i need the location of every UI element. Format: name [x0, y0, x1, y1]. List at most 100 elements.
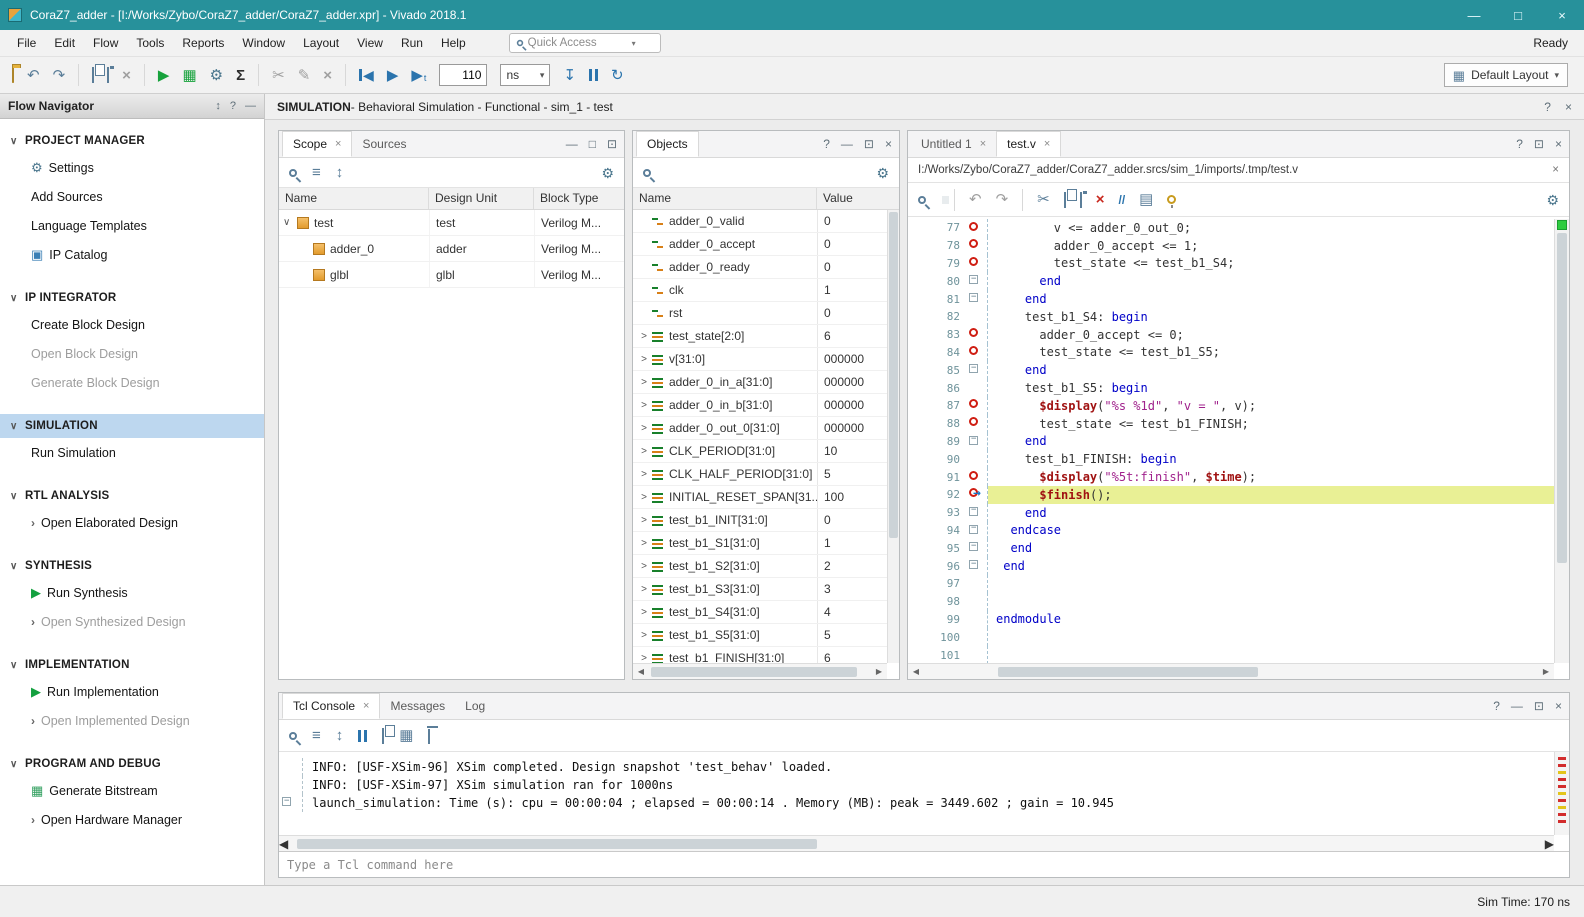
undo-icon[interactable]: ↶ [969, 192, 982, 207]
delete-icon[interactable]: × [122, 68, 131, 83]
object-row-adder-0-ready[interactable]: adder_0_ready0 [633, 256, 899, 279]
gutter[interactable]: → [966, 486, 988, 504]
gutter[interactable] [966, 326, 988, 344]
sim-relaunch-button[interactable]: ↻ [611, 68, 624, 83]
menu-item-edit[interactable]: Edit [45, 32, 84, 54]
object-row-clk[interactable]: clk1 [633, 279, 899, 302]
object-row-test-b1-s2-31-0[interactable]: >test_b1_S2[31:0]2 [633, 555, 899, 578]
scroll-left-icon[interactable]: ◀ [908, 667, 924, 676]
quick-access-input[interactable] [528, 37, 628, 49]
nav-section-header-project-manager[interactable]: ∨PROJECT MANAGER [0, 129, 264, 153]
expander-icon[interactable]: > [637, 400, 651, 411]
close-icon[interactable]: × [980, 138, 986, 150]
code-line-92[interactable]: 92→ $finish(); [908, 486, 1554, 504]
gutter[interactable] [966, 593, 988, 611]
scroll-right-icon[interactable]: ▶ [871, 667, 887, 676]
breakpoint-icon[interactable] [969, 399, 978, 408]
column-value[interactable]: Value [817, 188, 899, 209]
settings-gear-icon[interactable]: ⚙ [876, 166, 889, 180]
code-line-91[interactable]: 91 $display("%5t:finish", $time); [908, 468, 1554, 486]
scroll-right-icon[interactable]: ▶ [1545, 837, 1554, 851]
column-name[interactable]: Name [633, 188, 817, 209]
settings-gear-icon[interactable]: ⚙ [1546, 193, 1559, 207]
tcl-output[interactable]: INFO: [USF-XSim-96] XSim completed. Desi… [279, 752, 1554, 835]
gutter[interactable] [966, 397, 988, 415]
dock-icon[interactable]: ↕ [215, 100, 221, 112]
scrollbar-thumb[interactable] [1557, 233, 1567, 563]
breakpoint-icon[interactable] [969, 257, 978, 266]
nav-section-header-simulation[interactable]: ∨SIMULATION [0, 414, 264, 438]
code-line-94[interactable]: 94 endcase [908, 522, 1554, 540]
nav-section-header-synthesis[interactable]: ∨SYNTHESIS [0, 554, 264, 578]
breakpoint-icon[interactable] [969, 471, 978, 480]
time-unit-select[interactable]: ns▾ [500, 64, 550, 86]
code-line-101[interactable]: 101 [908, 646, 1554, 663]
expander-icon[interactable]: > [637, 446, 651, 457]
expander-icon[interactable]: > [637, 423, 651, 434]
code-line-97[interactable]: 97 [908, 575, 1554, 593]
nav-item-generate-block-design[interactable]: Generate Block Design [0, 368, 264, 397]
menu-item-flow[interactable]: Flow [84, 32, 127, 54]
object-row-adder-0-in-b-31-0[interactable]: >adder_0_in_b[31:0]000000 [633, 394, 899, 417]
nav-item-run-implementation[interactable]: ▶Run Implementation [0, 677, 264, 706]
gutter[interactable] [966, 575, 988, 593]
gutter[interactable] [966, 219, 988, 237]
code-line-83[interactable]: 83 adder_0_accept <= 0; [908, 326, 1554, 344]
object-row-initial-reset-span-31[interactable]: >INITIAL_RESET_SPAN[31...100 [633, 486, 899, 509]
help-icon[interactable]: ? [823, 137, 830, 151]
object-row-clk-period-31-0[interactable]: >CLK_PERIOD[31:0]10 [633, 440, 899, 463]
code-line-87[interactable]: 87 $display("%s %1d", "v = ", v); [908, 397, 1554, 415]
editor-vscrollbar[interactable] [1554, 219, 1569, 663]
code-line-88[interactable]: 88 test_state <= test_b1_FINISH; [908, 415, 1554, 433]
menu-item-file[interactable]: File [8, 32, 45, 54]
scrollbar-thumb[interactable] [651, 667, 857, 677]
fold-icon[interactable] [969, 542, 978, 551]
code-line-98[interactable]: 98 [908, 593, 1554, 611]
minimize-icon[interactable]: — [245, 100, 256, 112]
code-line-86[interactable]: 86 test_b1_S5: begin [908, 379, 1554, 397]
object-row-test-state-2-0[interactable]: >test_state[2:0]6 [633, 325, 899, 348]
gutter[interactable] [966, 504, 988, 522]
settings-gear-icon[interactable]: ⚙ [210, 68, 223, 83]
nav-item-add-sources[interactable]: Add Sources [0, 182, 264, 211]
objects-hscrollbar[interactable]: ◀ ▶ [633, 663, 887, 679]
tab-scope[interactable]: Scope × [282, 131, 352, 157]
menu-item-layout[interactable]: Layout [294, 32, 348, 54]
close-panel-icon[interactable]: × [1555, 137, 1562, 151]
redo-icon[interactable]: ↷ [996, 192, 1009, 207]
copy-icon[interactable] [92, 68, 94, 82]
close-icon[interactable]: × [1044, 138, 1050, 150]
expander-icon[interactable]: > [637, 653, 651, 664]
menu-item-window[interactable]: Window [233, 32, 294, 54]
float-panel-icon[interactable]: ⊡ [1534, 699, 1544, 713]
object-row-test-b1-s5-31-0[interactable]: >test_b1_S5[31:0]5 [633, 624, 899, 647]
pencil-icon[interactable]: ✎ [298, 68, 311, 83]
nav-section-header-program-and-debug[interactable]: ∨PROGRAM AND DEBUG [0, 752, 264, 776]
window-maximize-button[interactable]: □ [1496, 0, 1540, 30]
breakpoint-icon[interactable] [969, 346, 978, 355]
code-line-99[interactable]: 99endmodule [908, 611, 1554, 629]
gutter[interactable] [966, 522, 988, 540]
tab-test-v[interactable]: test.v × [996, 131, 1061, 157]
object-row-adder-0-accept[interactable]: adder_0_accept0 [633, 233, 899, 256]
delete-icon[interactable]: × [1096, 192, 1105, 207]
help-icon[interactable]: ? [1516, 137, 1523, 151]
launch-runs-icon[interactable]: ▦ [182, 68, 196, 83]
sim-restart-button[interactable]: ◀ [359, 67, 374, 84]
expander-icon[interactable]: > [637, 354, 651, 365]
cut-icon[interactable]: ✂ [1037, 192, 1050, 207]
menu-item-reports[interactable]: Reports [173, 32, 233, 54]
help-icon[interactable]: ? [230, 100, 236, 112]
collapse-all-icon[interactable]: ≡ [312, 728, 321, 743]
close-panel-icon[interactable]: × [885, 137, 892, 151]
fold-icon[interactable] [969, 364, 978, 373]
redo-icon[interactable]: ↷ [53, 68, 66, 83]
menu-item-run[interactable]: Run [392, 32, 432, 54]
objects-vscrollbar[interactable] [887, 210, 899, 663]
paste-icon[interactable] [107, 68, 109, 82]
gutter[interactable] [966, 557, 988, 575]
gutter[interactable] [966, 628, 988, 646]
nav-item-create-block-design[interactable]: Create Block Design [0, 310, 264, 339]
menu-item-tools[interactable]: Tools [127, 32, 173, 54]
code-line-81[interactable]: 81 end [908, 290, 1554, 308]
